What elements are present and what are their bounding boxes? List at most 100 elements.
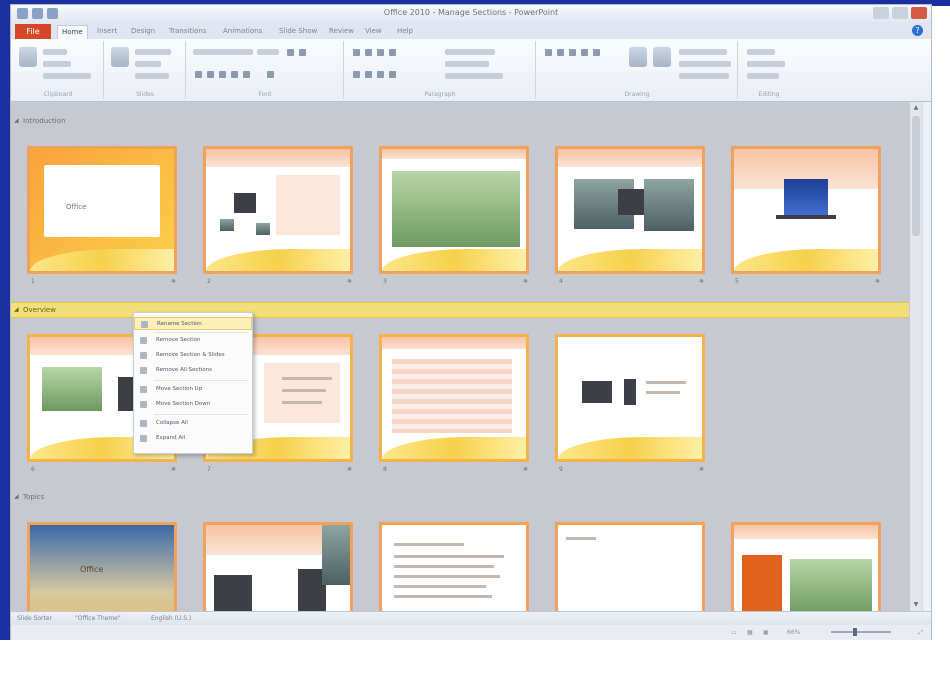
tab-view[interactable]: View: [365, 25, 382, 38]
maximize-button[interactable]: [892, 7, 908, 19]
numbering-icon[interactable]: [365, 49, 372, 56]
shape-oval-icon[interactable]: [557, 49, 564, 56]
slide-thumbnail[interactable]: [555, 146, 705, 274]
normal-view-icon[interactable]: ▭: [731, 629, 737, 636]
slide-thumbnail[interactable]: [731, 146, 881, 274]
replace-button[interactable]: [747, 61, 785, 67]
align-right-icon[interactable]: [377, 71, 384, 78]
vertical-scrollbar[interactable]: ▲ ▼: [909, 102, 922, 611]
slide-thumbnail[interactable]: [731, 522, 881, 611]
font-size-select[interactable]: [257, 49, 279, 55]
scroll-up-icon[interactable]: ▲: [912, 104, 920, 112]
reset-button[interactable]: [135, 61, 161, 67]
menu-item-move-section-down[interactable]: Move Section Down: [134, 398, 252, 411]
align-center-icon[interactable]: [365, 71, 372, 78]
text-direction-button[interactable]: [445, 49, 495, 55]
copy-button[interactable]: [43, 61, 71, 67]
decrease-indent-icon[interactable]: [377, 49, 384, 56]
font-family-select[interactable]: [193, 49, 253, 55]
shape-fill-button[interactable]: [679, 49, 727, 55]
section-header-topics[interactable]: ◢ Topics: [11, 490, 909, 504]
minimize-button[interactable]: [873, 7, 889, 19]
align-left-icon[interactable]: [353, 71, 360, 78]
sorter-view-icon[interactable]: ▦: [747, 629, 753, 636]
convert-smartart-button[interactable]: [445, 73, 503, 79]
tab-file[interactable]: File: [15, 24, 51, 39]
grow-font-icon[interactable]: [287, 49, 294, 56]
menu-item-expand-all[interactable]: Expand All: [134, 432, 252, 445]
arrange-icon[interactable]: [629, 47, 647, 67]
shape-more-icon[interactable]: [593, 49, 600, 56]
collapse-arrow-icon[interactable]: ◢: [14, 490, 19, 504]
quick-styles-icon[interactable]: [653, 47, 671, 67]
reading-view-icon[interactable]: ▣: [763, 629, 769, 636]
shape-outline-button[interactable]: [679, 61, 731, 67]
scroll-down-icon[interactable]: ▼: [912, 601, 920, 609]
tab-animations[interactable]: Animations: [223, 25, 262, 38]
slide-thumbnail[interactable]: Office: [27, 146, 177, 274]
section-button[interactable]: [135, 73, 169, 79]
shadow-icon[interactable]: [243, 71, 250, 78]
shrink-font-icon[interactable]: [299, 49, 306, 56]
find-button[interactable]: [747, 49, 775, 55]
font-color-icon[interactable]: [267, 71, 274, 78]
close-button[interactable]: [911, 7, 927, 19]
collapse-arrow-icon[interactable]: ◢: [14, 114, 19, 128]
slide-footer-band: [382, 437, 526, 459]
remove-section-slides-icon: [140, 352, 147, 359]
cut-button[interactable]: [43, 49, 67, 55]
menu-item-remove-section-and-slides[interactable]: Remove Section & Slides: [134, 349, 252, 362]
help-icon[interactable]: ?: [912, 25, 923, 36]
tab-insert[interactable]: Insert: [97, 25, 117, 38]
slide-thumbnail[interactable]: [555, 334, 705, 462]
format-painter-button[interactable]: [43, 73, 91, 79]
slide-thumbnail[interactable]: [555, 522, 705, 611]
new-slide-icon[interactable]: [111, 47, 129, 67]
slide-number: 6: [31, 466, 35, 473]
tab-design[interactable]: Design: [131, 25, 155, 38]
scrollbar-thumb[interactable]: [912, 116, 920, 236]
layout-button[interactable]: [135, 49, 171, 55]
zoom-slider-knob[interactable]: [853, 628, 858, 636]
slide-thumbnail[interactable]: Office: [27, 522, 177, 611]
align-text-button[interactable]: [445, 61, 489, 67]
menu-item-remove-section[interactable]: Remove Section: [134, 334, 252, 347]
shape-effects-button[interactable]: [679, 73, 729, 79]
strikethrough-icon[interactable]: [231, 71, 238, 78]
select-button[interactable]: [747, 73, 779, 79]
zoom-level[interactable]: 66%: [787, 629, 800, 636]
slide-thumbnail[interactable]: [379, 522, 529, 611]
fit-to-window-icon[interactable]: ⤢: [918, 629, 923, 637]
increase-indent-icon[interactable]: [389, 49, 396, 56]
tab-home[interactable]: Home: [57, 25, 88, 39]
menu-item-move-section-up[interactable]: Move Section Up: [134, 383, 252, 396]
shape-arrow-icon[interactable]: [581, 49, 588, 56]
bold-icon[interactable]: [195, 71, 202, 78]
tab-help[interactable]: Help: [397, 25, 413, 38]
menu-item-remove-all-sections[interactable]: Remove All Sections: [134, 364, 252, 377]
slide-text-line: [646, 381, 686, 384]
slide-thumbnail[interactable]: [203, 146, 353, 274]
tab-slide-show[interactable]: Slide Show: [279, 25, 317, 38]
bullets-icon[interactable]: [353, 49, 360, 56]
tab-transitions[interactable]: Transitions: [169, 25, 207, 38]
menu-item-collapse-all[interactable]: Collapse All: [134, 417, 252, 430]
slide-text-line: [566, 537, 596, 540]
slide-thumbnail[interactable]: [379, 146, 529, 274]
collapse-arrow-icon[interactable]: ◢: [14, 303, 19, 317]
tab-review[interactable]: Review: [329, 25, 354, 38]
zoom-slider[interactable]: [831, 628, 891, 636]
shape-line-icon[interactable]: [569, 49, 576, 56]
slide-thumbnail[interactable]: [379, 334, 529, 462]
underline-icon[interactable]: [219, 71, 226, 78]
slide-header: [734, 525, 878, 539]
slide-text-line: [394, 565, 494, 568]
shape-rect-icon[interactable]: [545, 49, 552, 56]
justify-icon[interactable]: [389, 71, 396, 78]
italic-icon[interactable]: [207, 71, 214, 78]
section-header-introduction[interactable]: ◢ Introduction: [11, 114, 909, 128]
slide-thumbnail[interactable]: [203, 522, 353, 611]
phone-image: [624, 379, 636, 405]
menu-item-rename-section[interactable]: Rename Section: [134, 317, 252, 330]
paste-icon[interactable]: [19, 47, 37, 67]
